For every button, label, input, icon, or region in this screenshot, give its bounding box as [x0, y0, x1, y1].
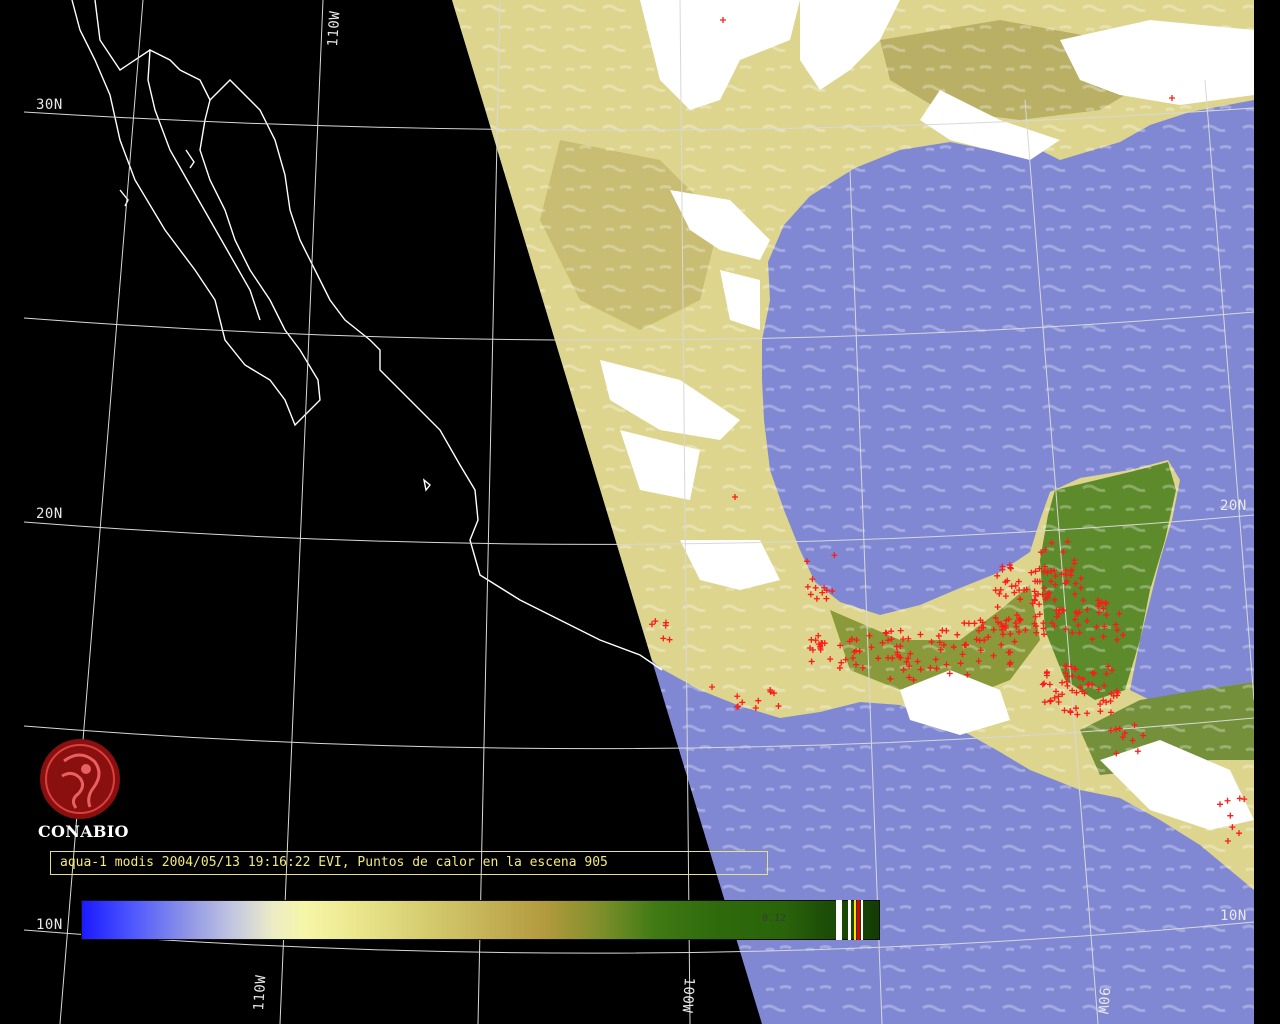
lon-label-110w-bottom: 110W — [251, 974, 270, 1012]
lat-label-20n: 20N — [36, 506, 63, 522]
scene-caption: aqua-1 modis 2004/05/13 19:16:22 EVI, Pu… — [50, 851, 768, 875]
lon-label-90w-bottom: 90W — [1094, 986, 1112, 1015]
lat-label-10n-right: 10N — [1220, 908, 1247, 924]
lat-label-30n: 30N — [36, 97, 63, 113]
lat-label-10n: 10N — [36, 917, 63, 933]
colorbar-marker-red — [857, 900, 860, 940]
evi-colorbar — [81, 900, 880, 940]
colorbar-marker-yellow — [854, 900, 856, 940]
colorbar-marker-white — [836, 900, 842, 940]
lon-label-100w-bottom: 100W — [678, 976, 697, 1014]
conabio-logo-text: CONABIO — [38, 822, 129, 841]
right-edge-strip — [1254, 0, 1280, 1024]
lat-label-20n-right: 20N — [1220, 498, 1247, 514]
colorbar-value-label: 0.12 — [762, 913, 787, 924]
colorbar-marker-white-3 — [861, 900, 863, 940]
colorbar-marker-white-2 — [848, 900, 851, 940]
lon-label-110w-top: 110W — [325, 10, 344, 48]
